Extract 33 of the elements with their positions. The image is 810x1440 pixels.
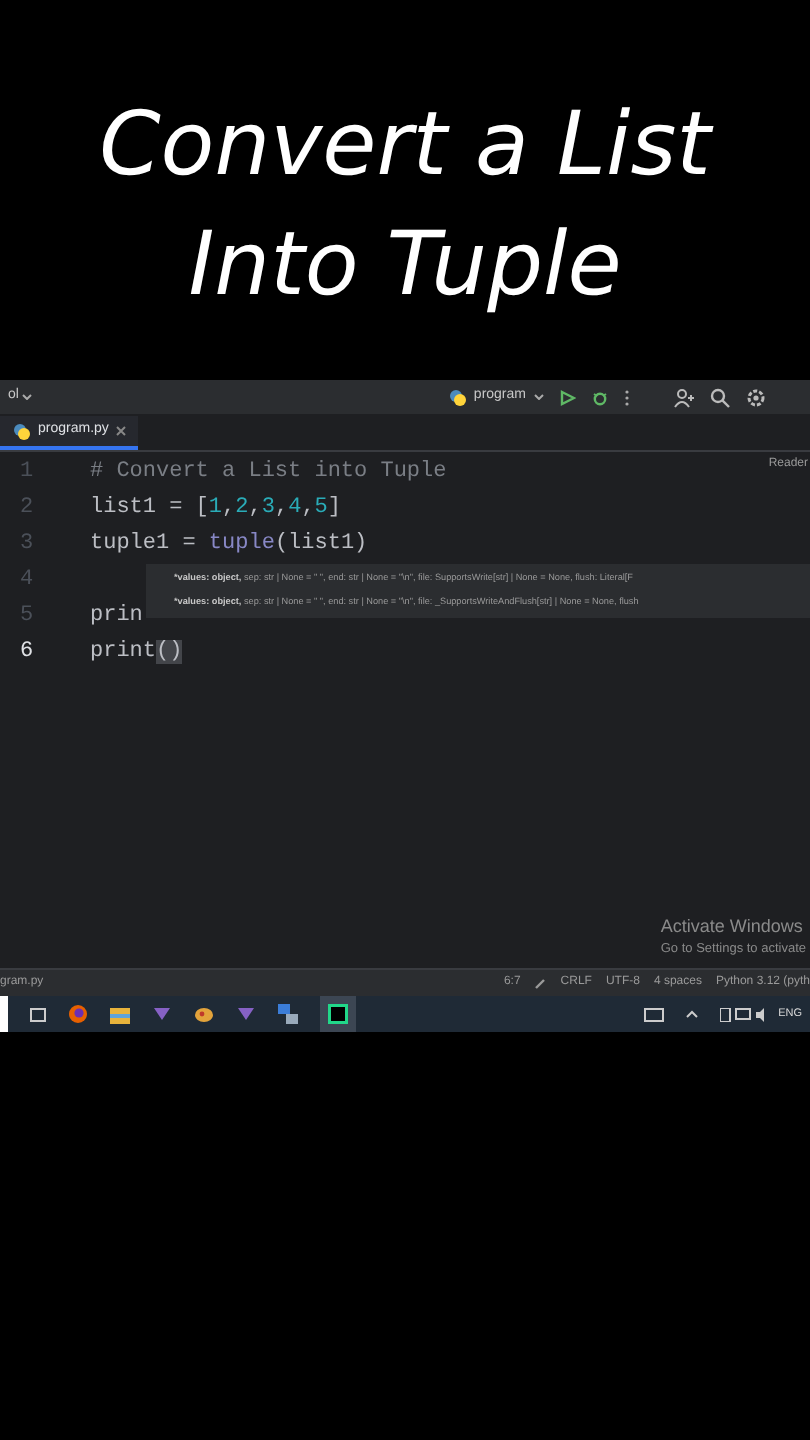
chevron-down-icon[interactable] bbox=[22, 394, 33, 400]
add-user-icon[interactable] bbox=[674, 387, 694, 407]
caption-text: Convert a List bbox=[99, 92, 711, 200]
code-line: tuple1 = tuple(list1) bbox=[90, 529, 368, 560]
code-line: prin bbox=[90, 601, 143, 632]
line-number: 6 bbox=[18, 637, 36, 668]
fox-icon[interactable] bbox=[68, 1004, 88, 1024]
code-editor-icon[interactable] bbox=[152, 1004, 172, 1024]
settings-icon[interactable] bbox=[746, 387, 766, 407]
chevron-down-icon bbox=[534, 394, 544, 400]
activation-title: Activate Windows bbox=[660, 913, 805, 940]
more-icon[interactable] bbox=[624, 389, 630, 405]
paint-icon[interactable] bbox=[194, 1005, 214, 1023]
python-icon bbox=[447, 388, 466, 406]
active-app-button[interactable] bbox=[320, 996, 356, 1032]
keyboard-icon[interactable] bbox=[644, 1007, 665, 1021]
close-icon[interactable] bbox=[116, 426, 127, 436]
python-icon bbox=[12, 422, 30, 440]
tray-icons-drawing[interactable] bbox=[720, 1007, 769, 1021]
bug-icon[interactable] bbox=[592, 389, 608, 405]
code-line: # Convert a List into Tuple bbox=[90, 457, 447, 488]
folder-icon[interactable] bbox=[110, 1005, 130, 1023]
code-editor-icon[interactable] bbox=[236, 1004, 256, 1024]
task-view-icon[interactable] bbox=[30, 1007, 46, 1021]
code-line: print() bbox=[90, 637, 183, 668]
ide-icon bbox=[328, 1004, 348, 1024]
caption-text: Into Tuple bbox=[188, 212, 622, 320]
pencil-icon[interactable] bbox=[534, 977, 547, 989]
chevron-up-icon[interactable] bbox=[686, 1010, 699, 1018]
run-icon[interactable] bbox=[560, 389, 576, 405]
code-line: list1 = [1,2,3,4,5] bbox=[90, 493, 342, 524]
search-icon[interactable] bbox=[710, 387, 730, 407]
network-icon[interactable] bbox=[278, 1004, 298, 1024]
